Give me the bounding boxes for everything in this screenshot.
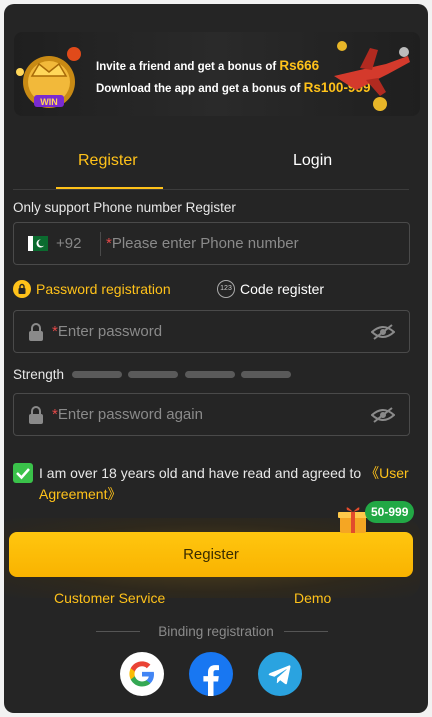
facebook-icon — [203, 665, 219, 696]
strength-bar — [241, 371, 291, 378]
strength-bar — [72, 371, 122, 378]
password-again-input-placeholder[interactable]: *Enter password again — [52, 406, 203, 423]
binding-registration-label: Binding registration — [158, 624, 274, 639]
phone-input-placeholder[interactable]: *Please enter Phone number — [106, 235, 299, 252]
divider-line — [284, 631, 328, 632]
phone-field[interactable]: +92 *Please enter Phone number — [13, 222, 410, 265]
registration-panel: WIN Invite a friend and get a bonus of R… — [4, 4, 428, 713]
lock-circle-icon — [13, 280, 31, 298]
win-crown-logo-icon: WIN — [16, 47, 81, 108]
agreement-checkbox[interactable] — [13, 463, 33, 483]
banner-invite-amount: Rs666 — [279, 58, 320, 73]
demo-link[interactable]: Demo — [294, 590, 331, 606]
telegram-icon — [268, 665, 291, 685]
code-register-label: Code register — [240, 281, 325, 297]
password-field[interactable]: *Enter password — [13, 310, 410, 353]
country-code-divider — [100, 232, 101, 256]
auth-tabs: Register Login — [13, 144, 409, 190]
pakistan-flag-icon — [28, 236, 48, 251]
banner-invite-text: Invite a friend and get a bonus of — [96, 61, 277, 73]
country-code[interactable]: +92 — [56, 235, 81, 252]
facebook-login-button[interactable] — [189, 652, 233, 696]
strength-bar — [128, 371, 178, 378]
google-login-button[interactable] — [120, 652, 164, 696]
bonus-badge: 50-999 — [365, 501, 415, 523]
airplane-icon — [334, 41, 410, 111]
banner-download-text: Download the app and get a bonus of — [96, 83, 301, 95]
promo-banner[interactable]: WIN Invite a friend and get a bonus of R… — [4, 4, 428, 124]
tab-login[interactable]: Login — [293, 152, 332, 170]
tab-register[interactable]: Register — [78, 152, 138, 170]
password-input-placeholder[interactable]: *Enter password — [52, 323, 162, 340]
google-icon — [129, 661, 154, 687]
banner-invite-line: Invite a friend and get a bonus of Rs666 — [96, 58, 319, 73]
eye-off-icon[interactable] — [371, 406, 395, 424]
eye-off-icon[interactable] — [371, 323, 395, 341]
logo-text: WIN — [40, 97, 58, 107]
register-button[interactable]: Register — [9, 532, 413, 577]
lock-icon — [29, 406, 43, 424]
active-tab-indicator — [56, 187, 163, 189]
password-again-placeholder-text: Enter password again — [57, 406, 203, 423]
code-register-option[interactable]: 123 Code register — [217, 280, 324, 298]
telegram-login-button[interactable] — [258, 652, 302, 696]
strength-label: Strength — [13, 367, 65, 382]
password-registration-label: Password registration — [36, 281, 171, 297]
password-again-field[interactable]: *Enter password again — [13, 393, 410, 436]
password-registration-option[interactable]: Password registration — [13, 280, 171, 298]
lock-icon — [29, 323, 43, 341]
agreement-text: I am over 18 years old and have read and… — [39, 463, 409, 505]
phone-placeholder-text: Please enter Phone number — [111, 235, 299, 252]
gift-box-icon — [338, 507, 368, 533]
number-circle-icon: 123 — [217, 280, 235, 298]
password-placeholder-text: Enter password — [57, 323, 163, 340]
checkmark-icon — [16, 468, 30, 480]
strength-bar — [185, 371, 235, 378]
agreement-statement: I am over 18 years old and have read and… — [39, 465, 366, 481]
customer-service-link[interactable]: Customer Service — [54, 590, 165, 606]
phone-section-label: Only support Phone number Register — [13, 200, 236, 215]
